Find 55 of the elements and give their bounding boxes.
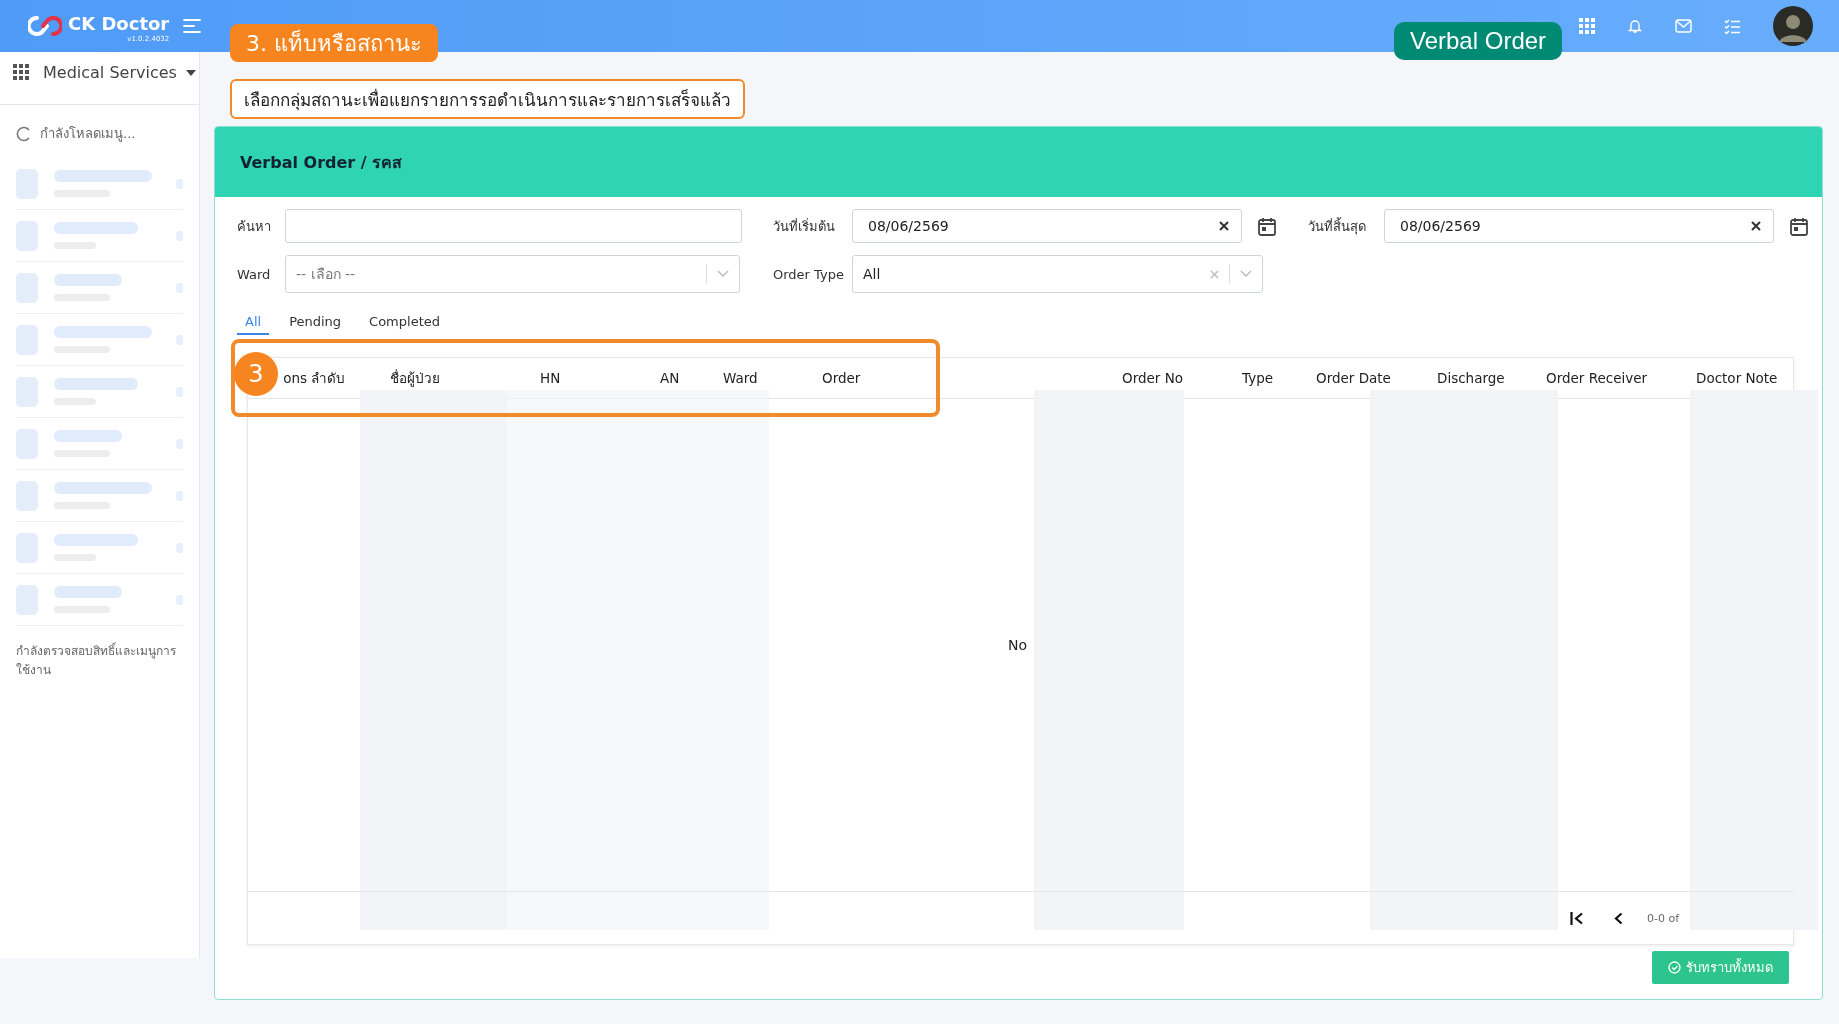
column-header: Ward <box>723 370 758 386</box>
previous-page-icon[interactable] <box>1614 911 1623 925</box>
checklist-icon[interactable] <box>1724 18 1741 34</box>
calendar-icon[interactable] <box>1790 216 1808 236</box>
field-label: ค้นหา <box>237 217 272 236</box>
panel-title: Verbal Order / รคส <box>240 151 403 174</box>
apps-grid-icon[interactable] <box>1579 18 1595 34</box>
menu-icon[interactable] <box>183 18 202 34</box>
column-header: Order Receiver <box>1546 370 1648 386</box>
column-header: Order No <box>1122 370 1183 386</box>
step-label: 3. แท็บหรือสถานะ <box>230 24 438 62</box>
field-label: วันที่สิ้นสุด <box>1308 216 1367 237</box>
annotation-callout: เลือกกลุ่มสถานะเพื่อแยกรายการรอดำเนินการและรายการเสร็จแล้ว <box>230 79 745 119</box>
column-header: Discharge <box>1437 370 1505 386</box>
apps-grid-icon <box>13 64 29 80</box>
select-field[interactable]: -- เลือก -- <box>285 255 740 293</box>
bell-icon[interactable] <box>1627 18 1643 34</box>
module-dropdown[interactable]: Medical Services <box>43 62 196 82</box>
pagination-text: 0-0 of <box>1647 911 1680 925</box>
annotation-tag: Verbal Order <box>1394 22 1563 60</box>
column-header: Order Date <box>1316 370 1391 386</box>
field-label: Ward <box>237 266 272 282</box>
caret-icon <box>185 70 196 76</box>
chevron-down-icon[interactable] <box>1240 270 1252 278</box>
column-header: ชื่อผู้ป่วย <box>390 370 440 386</box>
field-label: วันที่เริ่มต้น <box>773 217 836 236</box>
mail-icon[interactable] <box>1675 19 1692 33</box>
clear-icon[interactable] <box>1751 221 1761 231</box>
first-page-icon[interactable] <box>1570 911 1584 925</box>
column-header: Type <box>1242 370 1273 386</box>
chevron-down-icon[interactable] <box>717 270 729 278</box>
logo-icon <box>28 15 62 37</box>
status-text: กำลังตรวจสอบสิทธิ์และเมนูการใช้งาน <box>16 642 177 680</box>
column-header: Order <box>822 370 861 386</box>
column-header: AN <box>660 370 680 386</box>
check-circle-icon <box>1668 961 1681 974</box>
loading-text: กำลังโหลดเมนู... <box>40 125 136 144</box>
calendar-icon[interactable] <box>1258 216 1276 236</box>
input-field[interactable]: 08/06/2569 <box>852 209 1242 243</box>
input-field[interactable] <box>285 209 742 243</box>
column-header: ลำดับ <box>311 370 345 386</box>
tab[interactable]: All <box>237 313 270 335</box>
app-name: CK Doctor <box>68 15 170 33</box>
tab[interactable]: Completed <box>361 313 448 335</box>
avatar[interactable] <box>1773 6 1813 46</box>
spinner-icon <box>16 125 32 142</box>
empty-message: No <box>1008 637 1028 653</box>
column-header: HN <box>540 370 561 386</box>
field-label: Order Type <box>773 266 845 282</box>
input-field[interactable]: 08/06/2569 <box>1384 209 1774 243</box>
column-header: Doctor Note <box>1696 370 1778 386</box>
column-header: ons <box>283 370 307 386</box>
select-field[interactable]: All <box>852 255 1263 293</box>
tab[interactable]: Pending <box>281 313 350 335</box>
clear-icon[interactable] <box>1219 221 1229 231</box>
